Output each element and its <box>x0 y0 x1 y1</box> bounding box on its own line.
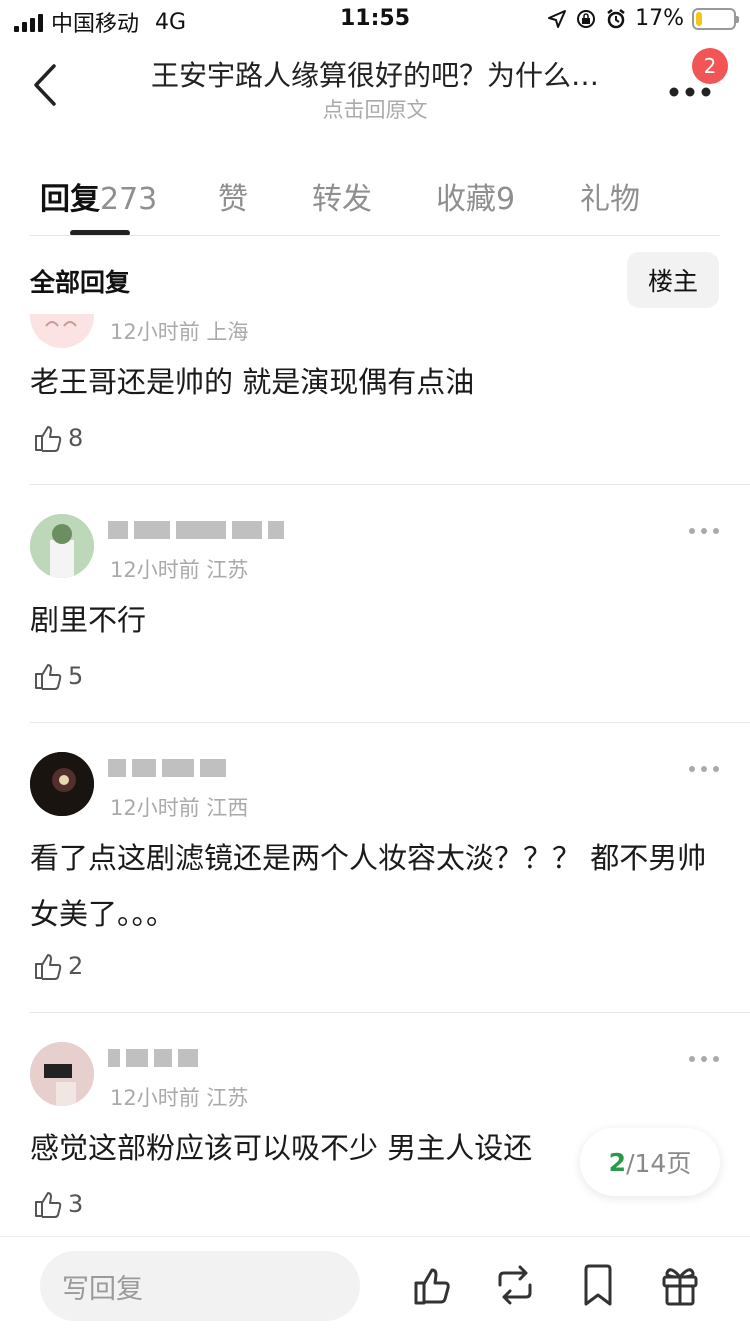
comment-text[interactable]: 老王哥还是帅的 就是演现偶有点油 <box>30 354 720 410</box>
thumbs-up-icon <box>35 954 62 980</box>
like-button[interactable]: 5 <box>32 660 83 692</box>
bookmark-icon[interactable] <box>578 1263 618 1307</box>
avatar[interactable] <box>30 514 94 578</box>
tab-gifts[interactable]: 礼物 <box>580 174 640 218</box>
thumbs-up-icon <box>35 1192 62 1218</box>
reply-input[interactable]: 写回复 <box>40 1251 360 1321</box>
avatar[interactable] <box>30 1042 94 1106</box>
thumbs-up-icon <box>35 664 62 690</box>
tab-favorites[interactable]: 收藏9 <box>436 174 515 218</box>
repost-icon[interactable] <box>492 1263 538 1307</box>
comment-item: 12小时前 江苏 剧里不行 5 <box>0 514 750 714</box>
alarm-icon <box>607 8 625 28</box>
page-indicator[interactable]: 2/14页 <box>580 1128 720 1196</box>
comment-text[interactable]: 剧里不行 <box>30 592 720 648</box>
total-pages: /14页 <box>626 1149 692 1178</box>
avatar[interactable] <box>30 752 94 816</box>
comment-item: 12小时前 江西 看了点这剧滤镜还是两个人妆容太淡？？？ 都不男帅女美了。。。 … <box>0 752 750 1012</box>
like-count: 5 <box>68 662 84 690</box>
all-replies-label: 全部回复 <box>30 268 131 297</box>
tab-label: 赞 <box>218 182 248 217</box>
comment-meta: 12小时前 江西 <box>110 796 249 820</box>
divider <box>30 484 750 485</box>
like-count: 2 <box>68 952 84 980</box>
tab-label: 回复 <box>40 182 100 217</box>
username-blurred[interactable] <box>108 518 284 542</box>
rotation-lock-icon <box>577 9 596 28</box>
like-count: 3 <box>68 1190 84 1218</box>
thumbs-up-icon <box>35 426 62 452</box>
location-arrow-icon <box>548 9 567 28</box>
divider <box>30 235 720 236</box>
post-title[interactable]: 王安宇路人缘算很好的吧？为什么… <box>120 54 630 94</box>
gift-icon[interactable] <box>660 1263 700 1307</box>
tab-bar: 回复273 赞 转发 收藏9 礼物 <box>0 160 750 236</box>
like-button[interactable]: 2 <box>32 950 83 982</box>
comment-list: 12小时前 上海 老王哥还是帅的 就是演现偶有点油 8 12小时前 江苏 剧里不… <box>0 314 750 1234</box>
battery-icon <box>692 7 739 30</box>
comment-text[interactable]: 看了点这剧滤镜还是两个人妆容太淡？？？ 都不男帅女美了。。。 <box>30 830 720 942</box>
op-only-button[interactable]: 楼主 <box>627 252 719 308</box>
tab-replies[interactable]: 回复273 <box>40 174 157 218</box>
divider <box>30 1012 750 1013</box>
tab-label: 转发 <box>312 182 372 217</box>
comment-item: 12小时前 上海 老王哥还是帅的 就是演现偶有点油 8 <box>0 314 750 484</box>
avatar[interactable] <box>30 314 94 348</box>
battery-level <box>696 11 703 26</box>
status-bar: 中国移动 4G 11:55 17% <box>0 0 750 40</box>
more-horizontal-icon[interactable] <box>688 526 720 536</box>
tab-count: 9 <box>496 182 516 217</box>
more-horizontal-icon[interactable] <box>688 764 720 774</box>
comment-meta: 12小时前 江苏 <box>110 558 249 582</box>
username-blurred[interactable] <box>108 756 226 780</box>
back-to-original-link[interactable]: 点击回原文 <box>120 94 630 124</box>
nav-bar: 王安宇路人缘算很好的吧？为什么… 点击回原文 2 <box>0 40 750 130</box>
status-right: 17% <box>547 6 739 31</box>
tab-reposts[interactable]: 转发 <box>312 174 372 218</box>
tab-count: 273 <box>100 182 158 217</box>
notification-badge: 2 <box>692 48 728 84</box>
tab-label: 收藏 <box>436 182 496 217</box>
more-horizontal-icon[interactable] <box>688 1054 720 1064</box>
username-blurred[interactable] <box>108 1046 198 1070</box>
comment-meta: 12小时前 江苏 <box>110 1086 249 1110</box>
divider <box>30 722 750 723</box>
like-button[interactable]: 3 <box>32 1188 83 1220</box>
tab-label: 礼物 <box>580 182 640 217</box>
bottom-bar: 写回复 <box>0 1236 750 1334</box>
like-count: 8 <box>68 424 84 452</box>
comment-meta: 12小时前 上海 <box>110 320 249 344</box>
chevron-left-icon[interactable] <box>28 60 68 110</box>
thumbs-up-icon[interactable] <box>412 1263 452 1307</box>
like-button[interactable]: 8 <box>32 422 83 454</box>
tab-likes[interactable]: 赞 <box>218 174 248 218</box>
current-page: 2 <box>608 1147 627 1177</box>
battery-percent: 17% <box>635 6 684 31</box>
